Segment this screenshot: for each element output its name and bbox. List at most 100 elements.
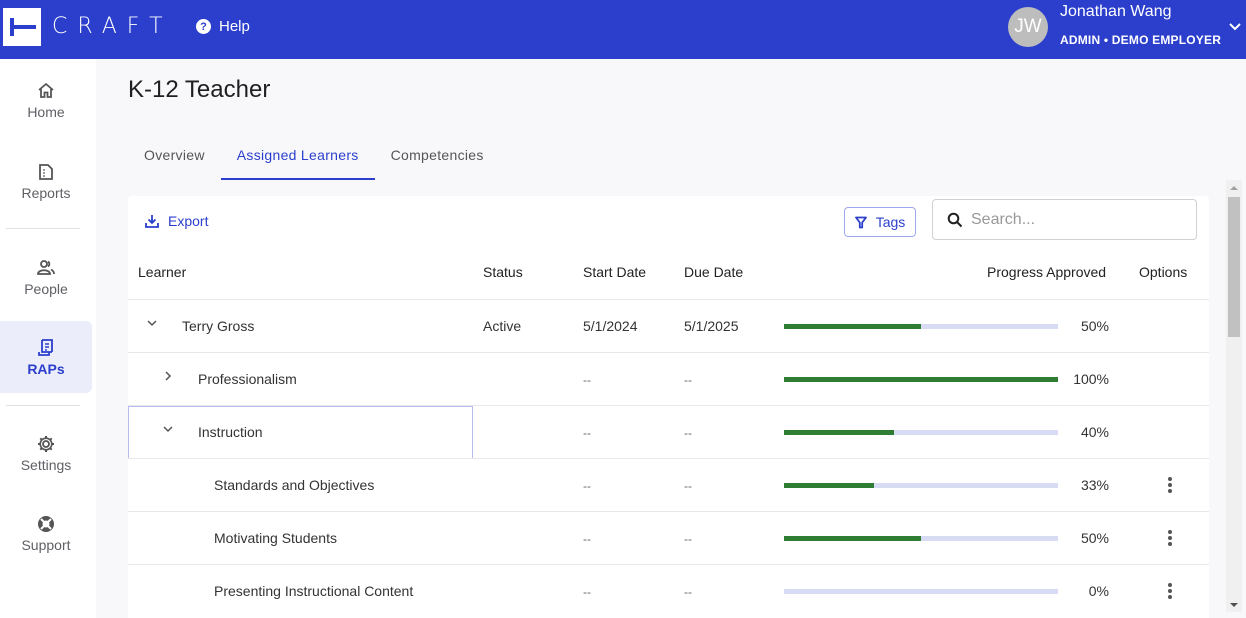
due-date-cell: --	[684, 479, 692, 493]
progress-bar	[784, 536, 1058, 541]
sidebar-item-raps[interactable]: RAPs	[0, 321, 92, 393]
column-header-status[interactable]: Status	[483, 264, 523, 280]
search-icon	[947, 212, 963, 227]
learners-card: Export Tags Learner Status Start Date Du…	[128, 196, 1209, 618]
table-row[interactable]: Presenting Instructional Content -- -- 0%	[128, 564, 1209, 617]
sidebar-item-settings[interactable]: Settings	[0, 417, 92, 489]
table-row[interactable]: Professionalism -- -- 100%	[128, 352, 1209, 405]
progress-bar-fill	[784, 483, 875, 488]
sidebar-item-support[interactable]: Support	[0, 497, 92, 569]
progress-bar-fill	[784, 324, 921, 329]
progress-bar-fill	[784, 430, 894, 435]
progress-percent: 33%	[1080, 477, 1109, 493]
learner-name: Presenting Instructional Content	[214, 583, 414, 599]
table-row[interactable]: Terry Gross Active 5/1/2024 5/1/2025 50%	[128, 299, 1209, 352]
nav-divider	[6, 228, 80, 229]
focused-cell-outline	[128, 406, 473, 459]
due-date-cell: --	[684, 426, 692, 440]
learner-name: Motivating Students	[214, 530, 337, 546]
search-box[interactable]	[932, 199, 1197, 240]
column-header-progress-approved[interactable]: Progress Approved	[987, 264, 1106, 280]
progress-percent: 0%	[1088, 583, 1109, 599]
logo-text: CRAFT	[52, 14, 173, 39]
craft-logo-icon[interactable]	[3, 8, 41, 46]
progress-bar	[784, 430, 1058, 435]
table-row[interactable]: Instruction -- -- 40%	[128, 405, 1209, 459]
start-date-cell: --	[583, 426, 591, 440]
start-date-cell: --	[583, 585, 591, 599]
page-title: K-12 Teacher	[128, 76, 271, 103]
start-date-cell: 5/1/2024	[583, 318, 638, 334]
progress-bar	[784, 377, 1058, 382]
table-row[interactable]: Standards and Objectives -- -- 33%	[128, 458, 1209, 511]
tab-assigned-learners[interactable]: Assigned Learners	[220, 140, 375, 180]
more-options-icon[interactable]	[1165, 528, 1175, 548]
support-icon	[38, 515, 54, 532]
people-icon	[37, 259, 55, 275]
learner-name: Instruction	[198, 424, 263, 440]
avatar[interactable]: JW	[1008, 7, 1048, 47]
start-date-cell: --	[583, 479, 591, 493]
progress-percent: 50%	[1080, 530, 1109, 546]
more-options-icon[interactable]	[1165, 475, 1175, 495]
due-date-cell: --	[684, 585, 692, 599]
progress-percent: 50%	[1080, 318, 1109, 334]
search-input[interactable]	[971, 210, 1181, 229]
tab-bar: Overview Assigned Learners Competencies	[128, 140, 500, 180]
status-cell: Active	[483, 318, 522, 334]
column-header-learner[interactable]: Learner	[138, 264, 186, 280]
download-icon	[145, 215, 159, 228]
sidebar-item-home[interactable]: Home	[0, 64, 92, 136]
home-icon	[38, 82, 54, 98]
sidebar-item-label: Settings	[20, 456, 72, 473]
column-header-start-date[interactable]: Start Date	[583, 264, 646, 280]
help-label: Help	[219, 18, 250, 35]
export-label: Export	[168, 213, 209, 229]
gear-icon	[38, 435, 54, 452]
filter-icon	[854, 216, 867, 228]
help-link[interactable]: ? Help	[196, 18, 250, 35]
table-row[interactable]: Motivating Students -- -- 50%	[128, 511, 1209, 564]
nav-divider	[6, 405, 80, 406]
tab-overview[interactable]: Overview	[128, 140, 221, 180]
learner-name: Professionalism	[198, 371, 297, 387]
start-date-cell: --	[583, 532, 591, 546]
learner-name: Terry Gross	[182, 318, 255, 334]
vertical-scrollbar[interactable]	[1226, 180, 1242, 612]
scroll-down-arrow-icon[interactable]	[1230, 603, 1238, 607]
sidebar: Home Reports People RAPs Settings Suppor…	[0, 59, 96, 618]
sidebar-item-reports[interactable]: Reports	[0, 145, 92, 217]
more-options-icon[interactable]	[1165, 581, 1175, 601]
tags-label: Tags	[875, 214, 906, 230]
tab-competencies[interactable]: Competencies	[375, 140, 500, 180]
progress-bar-fill	[784, 536, 921, 541]
top-bar: CRAFT ? Help JW Jonathan Wang ADMIN • DE…	[0, 0, 1246, 59]
due-date-cell: --	[684, 373, 692, 387]
tags-filter-button[interactable]: Tags	[844, 207, 916, 237]
start-date-cell: --	[583, 373, 591, 387]
learner-name: Standards and Objectives	[214, 477, 375, 493]
progress-bar-fill	[784, 377, 1058, 382]
sidebar-item-people[interactable]: People	[0, 241, 92, 313]
chevron-down-icon[interactable]	[160, 421, 176, 437]
scroll-up-arrow-icon[interactable]	[1230, 186, 1238, 190]
help-icon: ?	[196, 19, 211, 34]
scrollbar-thumb[interactable]	[1228, 197, 1240, 337]
due-date-cell: 5/1/2025	[684, 318, 739, 334]
export-button[interactable]: Export	[144, 213, 208, 229]
user-role: ADMIN • DEMO EMPLOYER	[1060, 33, 1222, 47]
progress-percent: 40%	[1080, 424, 1109, 440]
column-header-options: Options	[1139, 264, 1188, 280]
progress-bar	[784, 589, 1058, 594]
user-menu-chevron-down-icon[interactable]	[1229, 18, 1241, 34]
sidebar-item-label: RAPs	[27, 360, 65, 377]
sidebar-item-label: People	[24, 280, 68, 297]
chevron-right-icon[interactable]	[160, 368, 176, 384]
column-header-due-date[interactable]: Due Date	[684, 264, 743, 280]
chevron-down-icon[interactable]	[144, 315, 160, 331]
sidebar-item-label: Support	[21, 536, 71, 553]
raps-icon	[38, 338, 53, 356]
due-date-cell: --	[684, 532, 692, 546]
progress-percent: 100%	[1073, 371, 1109, 387]
sidebar-item-label: Home	[27, 103, 65, 120]
